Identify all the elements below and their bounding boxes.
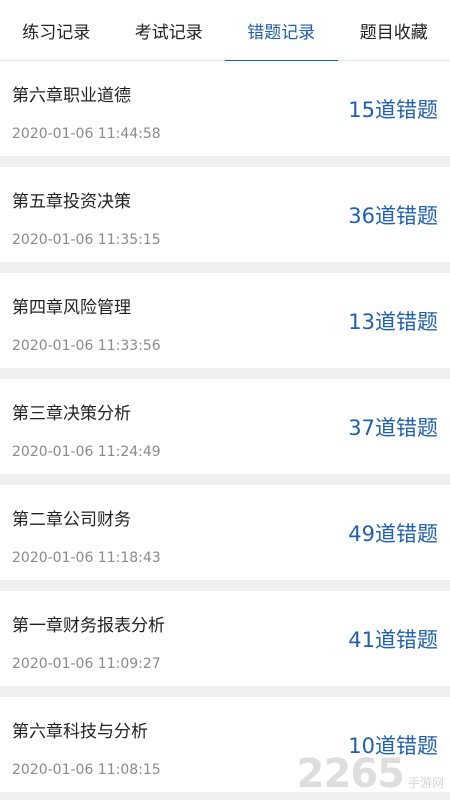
wrong-count: 41道错题 xyxy=(348,628,438,652)
wrong-count: 15道错题 xyxy=(348,98,438,122)
record-title: 第三章决策分析 xyxy=(12,404,131,424)
list-item[interactable]: 第四章风险管理 2020-01-06 11:33:56 13道错题 xyxy=(0,273,450,368)
wrong-count: 49道错题 xyxy=(348,522,438,546)
record-title: 第四章风险管理 xyxy=(12,298,131,318)
tab-favorite-questions[interactable]: 题目收藏 xyxy=(338,0,450,61)
record-timestamp: 2020-01-06 11:09:27 xyxy=(12,656,161,672)
record-title: 第五章投资决策 xyxy=(12,192,131,212)
tab-practice-records[interactable]: 练习记录 xyxy=(0,0,113,61)
list-item[interactable]: 第六章职业道德 2020-01-06 11:44:58 15道错题 xyxy=(0,61,450,156)
tab-wrong-answer-records[interactable]: 错题记录 xyxy=(225,0,338,62)
tab-exam-records[interactable]: 考试记录 xyxy=(113,0,226,61)
record-timestamp: 2020-01-06 11:24:49 xyxy=(12,444,161,460)
list-item[interactable]: 第二章公司财务 2020-01-06 11:18:43 49道错题 xyxy=(0,485,450,580)
record-title: 第二章公司财务 xyxy=(12,510,131,530)
record-title: 第六章职业道德 xyxy=(12,86,131,106)
wrong-count: 37道错题 xyxy=(348,416,438,440)
record-timestamp: 2020-01-06 11:18:43 xyxy=(12,550,161,566)
wrong-count: 13道错题 xyxy=(348,310,438,334)
list-item[interactable]: 第三章决策分析 2020-01-06 11:24:49 37道错题 xyxy=(0,379,450,474)
record-title: 第一章财务报表分析 xyxy=(12,616,165,636)
list-item[interactable]: 第一章财务报表分析 2020-01-06 11:09:27 41道错题 xyxy=(0,591,450,686)
list-item[interactable]: 第六章科技与分析 2020-01-06 11:08:15 10道错题 xyxy=(0,697,450,792)
record-title: 第六章科技与分析 xyxy=(12,722,148,742)
wrong-count: 10道错题 xyxy=(348,734,438,758)
record-timestamp: 2020-01-06 11:44:58 xyxy=(12,126,161,142)
wrong-count: 36道错题 xyxy=(348,204,438,228)
list-item[interactable]: 第五章投资决策 2020-01-06 11:35:15 36道错题 xyxy=(0,167,450,262)
record-timestamp: 2020-01-06 11:33:56 xyxy=(12,338,161,354)
tab-bar: 练习记录 考试记录 错题记录 题目收藏 xyxy=(0,0,450,62)
record-timestamp: 2020-01-06 11:35:15 xyxy=(12,232,161,248)
record-timestamp: 2020-01-06 11:08:15 xyxy=(12,762,161,778)
wrong-answer-list: 第六章职业道德 2020-01-06 11:44:58 15道错题 第五章投资决… xyxy=(0,61,450,800)
